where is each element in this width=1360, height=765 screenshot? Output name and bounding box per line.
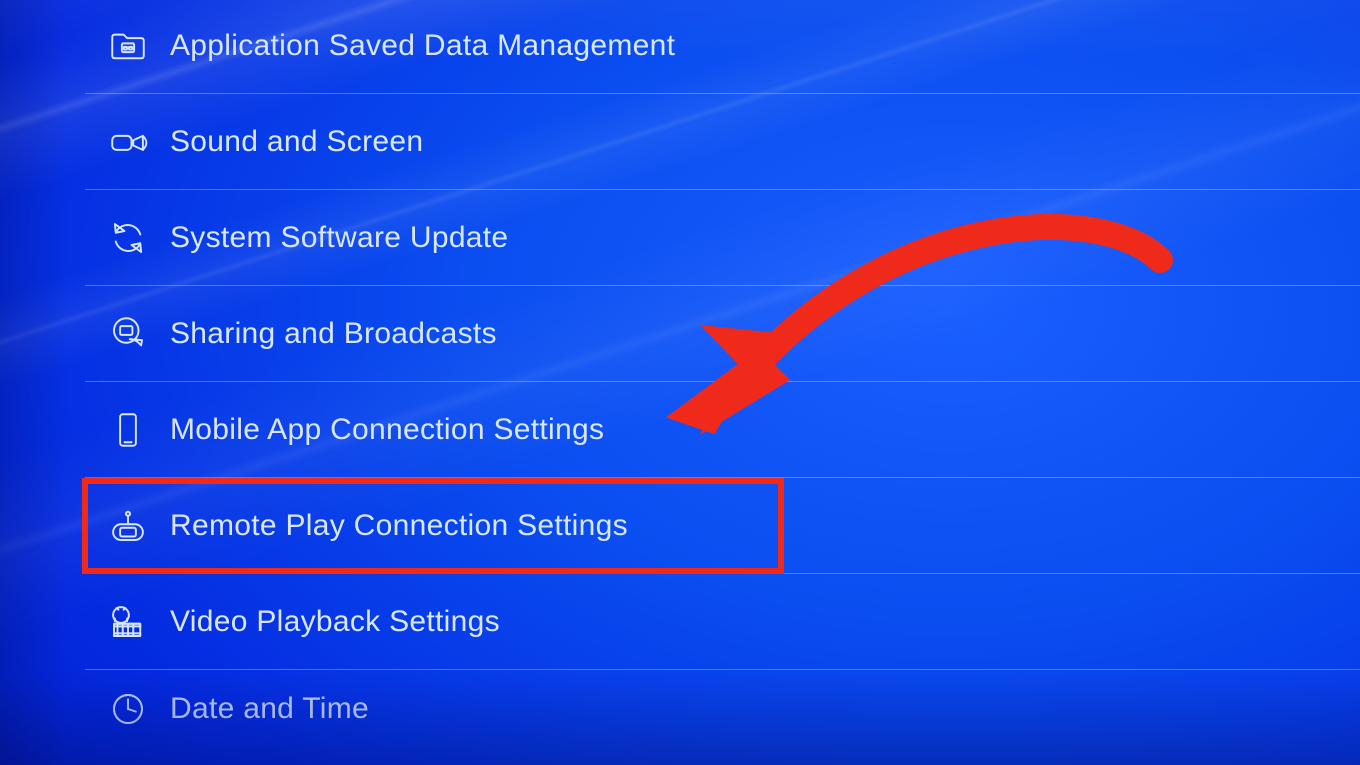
phone-icon (85, 409, 170, 451)
settings-item-label: Sound and Screen (170, 125, 423, 159)
settings-item-saved-data[interactable]: Application Saved Data Management (85, 0, 1360, 94)
settings-item-date-time[interactable]: Date and Time (85, 670, 1360, 748)
folder-icon (85, 25, 170, 67)
share-icon (85, 313, 170, 355)
vita-icon (85, 505, 170, 547)
settings-item-sound-screen[interactable]: Sound and Screen (85, 94, 1360, 190)
settings-item-video-playback[interactable]: Video Playback Settings (85, 574, 1360, 670)
settings-item-label: Application Saved Data Management (170, 29, 675, 63)
settings-item-label: Date and Time (170, 692, 369, 726)
clock-icon (85, 688, 170, 730)
settings-item-label: System Software Update (170, 221, 508, 255)
settings-menu: Application Saved Data Management Sound … (85, 0, 1360, 748)
settings-item-remote-play[interactable]: Remote Play Connection Settings (85, 478, 1360, 574)
settings-item-label: Mobile App Connection Settings (170, 413, 604, 447)
settings-item-sharing[interactable]: Sharing and Broadcasts (85, 286, 1360, 382)
settings-item-mobile-app[interactable]: Mobile App Connection Settings (85, 382, 1360, 478)
settings-item-label: Sharing and Broadcasts (170, 317, 497, 351)
settings-item-system-update[interactable]: System Software Update (85, 190, 1360, 286)
film-icon (85, 601, 170, 643)
settings-item-label: Video Playback Settings (170, 605, 500, 639)
refresh-icon (85, 217, 170, 259)
settings-item-label: Remote Play Connection Settings (170, 509, 628, 543)
camcorder-icon (85, 121, 170, 163)
